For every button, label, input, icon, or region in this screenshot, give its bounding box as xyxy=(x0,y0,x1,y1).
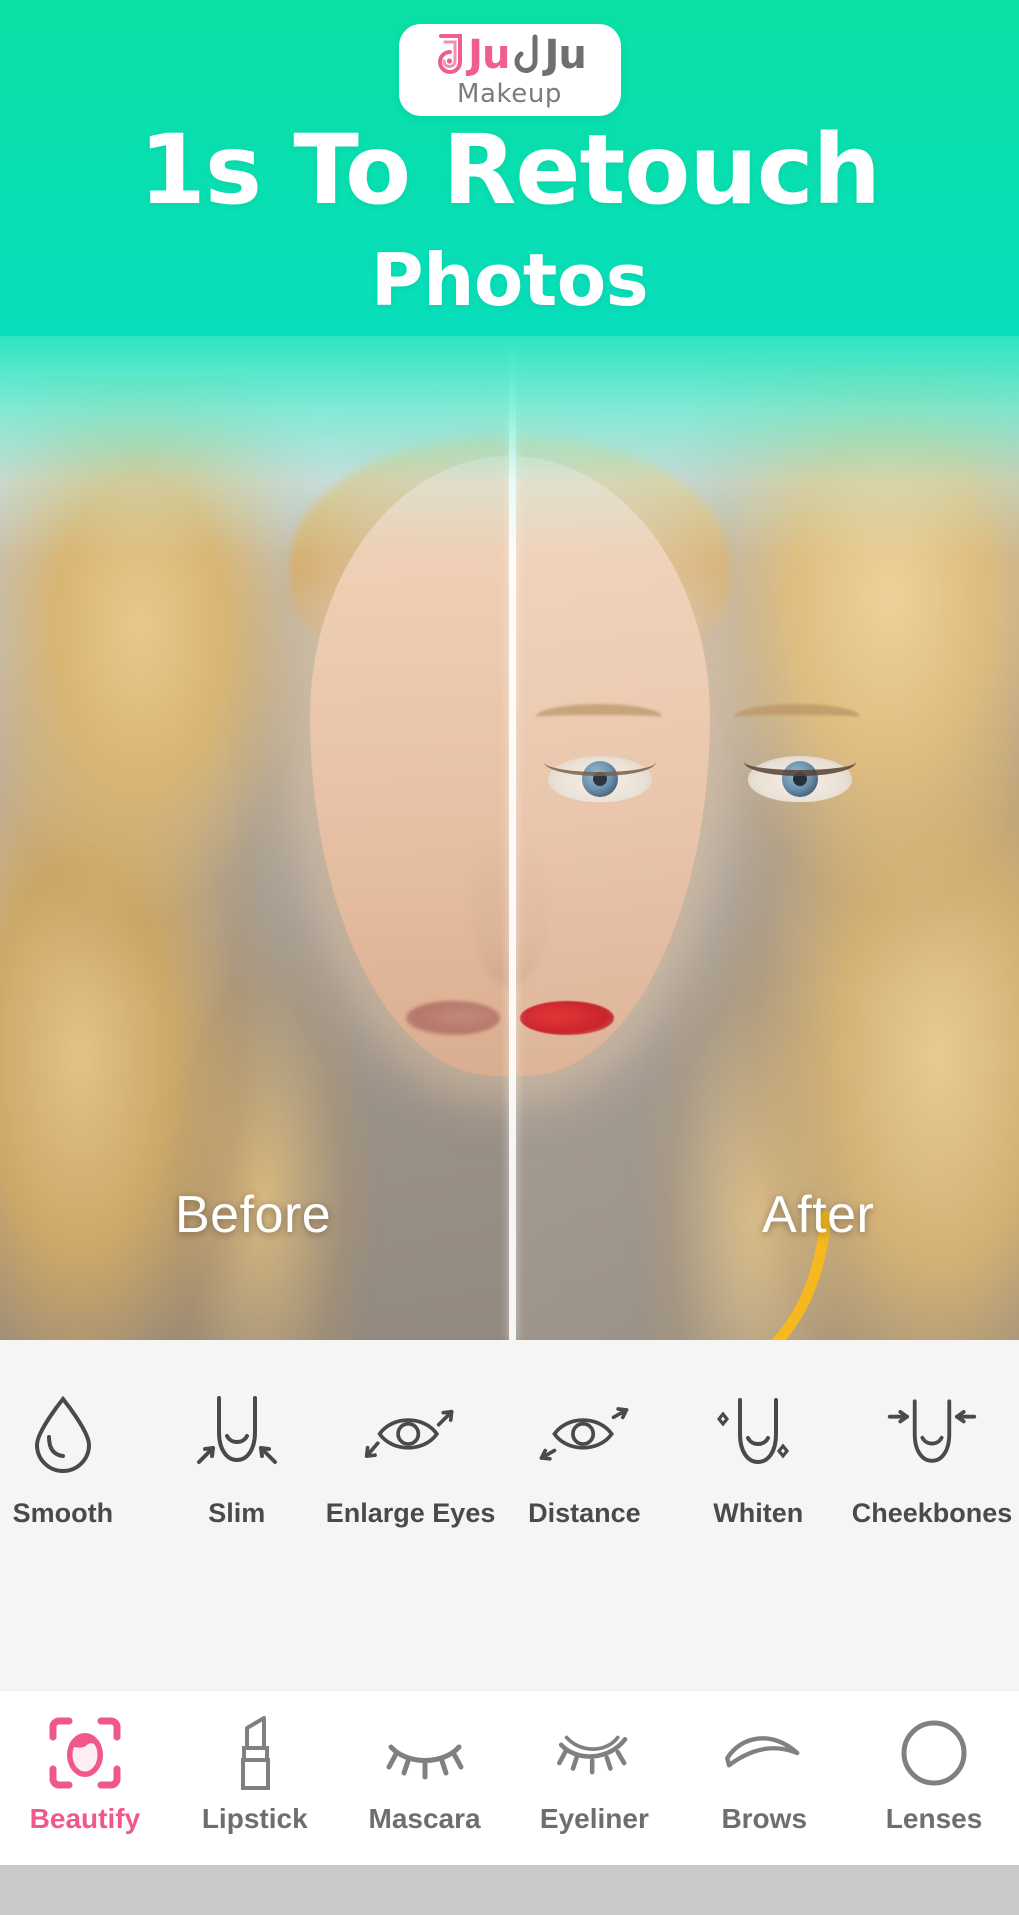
tool-label: Cheekbones xyxy=(851,1498,1013,1528)
tool-cheekbones[interactable]: Cheekbones xyxy=(845,1392,1019,1529)
tool-smooth[interactable]: Smooth xyxy=(0,1392,150,1529)
nav-item-brows[interactable]: Brows xyxy=(679,1713,849,1835)
tool-label: Slim xyxy=(208,1498,266,1528)
eyebrow-right xyxy=(733,704,860,730)
before-label: Before xyxy=(175,1186,332,1244)
lipstick-icon xyxy=(213,1713,297,1793)
eyeliner-icon xyxy=(552,1713,636,1793)
hero-section: Ju Ju Makeup 1s To Retouch Photos Before… xyxy=(0,0,1019,1340)
juju-j-gray-icon xyxy=(514,34,537,73)
lips-after-lipstick xyxy=(519,1001,614,1035)
nav-item-lipstick[interactable]: Lipstick xyxy=(170,1713,340,1835)
lens-circle-icon xyxy=(892,1713,976,1793)
nav-item-beautify[interactable]: Beautify xyxy=(0,1713,170,1835)
face-sparkle-icon xyxy=(710,1392,806,1474)
face-slim-icon xyxy=(189,1392,285,1474)
bottom-navigation: Beautify Lipstick Mascara Eyeliner Brows… xyxy=(0,1690,1019,1865)
droplet-icon xyxy=(15,1392,111,1474)
app-logo: Ju Ju Makeup xyxy=(398,24,621,116)
beauty-tools-strip: Smooth Slim Enlarge Eyes Distance Whiten… xyxy=(0,1340,1019,1690)
home-indicator-bar xyxy=(0,1865,1019,1915)
eye-distance-icon xyxy=(536,1392,632,1474)
tool-label: Enlarge Eyes xyxy=(325,1498,496,1528)
headline-primary: 1s To Retouch xyxy=(139,114,881,226)
tool-label: Distance xyxy=(528,1498,641,1528)
after-label: After xyxy=(762,1186,875,1244)
eye-right xyxy=(743,756,856,802)
nav-label: Lipstick xyxy=(201,1803,308,1834)
eyebrow-left xyxy=(535,704,662,730)
face-cheekbones-icon xyxy=(884,1392,980,1474)
logo-subtitle: Makeup xyxy=(456,78,563,109)
face-scan-icon xyxy=(43,1713,127,1793)
nav-item-eyeliner[interactable]: Eyeliner xyxy=(509,1713,679,1835)
eyelid-left xyxy=(543,748,656,776)
nav-label: Lenses xyxy=(885,1803,983,1834)
nav-item-lenses[interactable]: Lenses xyxy=(849,1713,1019,1835)
logo-u-gray: Ju xyxy=(544,31,587,78)
tool-whiten[interactable]: Whiten xyxy=(671,1392,845,1529)
nav-label: Mascara xyxy=(368,1803,481,1834)
app-screen: Ju Ju Makeup 1s To Retouch Photos Before… xyxy=(0,0,1019,1915)
nav-label: Eyeliner xyxy=(539,1803,649,1834)
logo-wordmark: Ju Ju xyxy=(433,31,587,78)
tool-label: Smooth xyxy=(12,1498,114,1528)
tool-label: Whiten xyxy=(713,1498,804,1528)
nav-label: Brows xyxy=(721,1803,808,1834)
tool-distance[interactable]: Distance xyxy=(497,1392,671,1529)
logo-u-pink: Ju xyxy=(468,31,510,78)
nav-label: Beautify xyxy=(29,1803,141,1834)
before-after-divider[interactable] xyxy=(509,336,516,1340)
lips-before xyxy=(405,1001,500,1035)
lashes-icon xyxy=(383,1713,467,1793)
tool-slim[interactable]: Slim xyxy=(150,1392,324,1529)
eye-left xyxy=(543,756,656,802)
eyebrow-icon xyxy=(722,1713,806,1793)
tool-enlarge-eyes[interactable]: Enlarge Eyes xyxy=(324,1392,498,1529)
juju-j-pink-icon xyxy=(438,33,463,74)
nav-item-mascara[interactable]: Mascara xyxy=(340,1713,510,1835)
eyelid-right xyxy=(743,748,856,776)
headline-secondary: Photos xyxy=(370,238,649,322)
eye-enlarge-icon xyxy=(363,1392,459,1474)
